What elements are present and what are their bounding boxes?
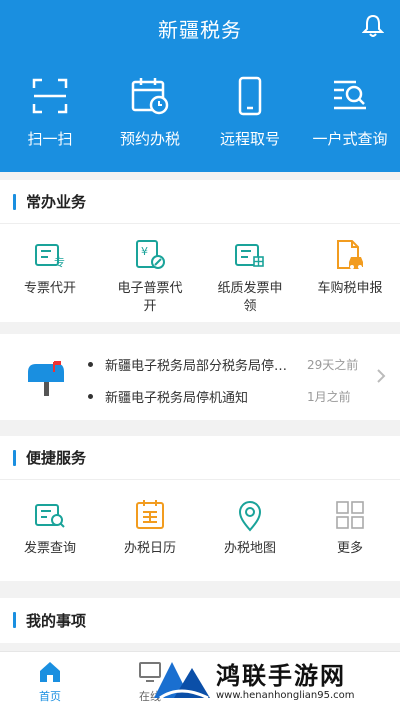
map-pin-icon: [238, 501, 262, 532]
grid-more-icon: [336, 501, 364, 529]
special-invoice-label: 专票代开: [23, 281, 76, 296]
my-items-section: 我的事项: [0, 598, 400, 643]
more-label: 更多: [336, 541, 363, 556]
app-title: 新疆税务: [158, 18, 242, 42]
notice-item[interactable]: 新疆电子税务局停机通知 1月之前: [88, 386, 378, 406]
appointment-button[interactable]: 预约办税: [100, 76, 200, 149]
section-title: 常办业务: [26, 193, 87, 211]
bullet: [88, 361, 93, 367]
quick-services-section: 便捷服务 发票查询 办税日历 办税地图 更多: [0, 436, 400, 581]
remote-number-button[interactable]: 远程取号: [200, 76, 300, 149]
section-title: 我的事项: [26, 611, 87, 630]
invoice-search-button[interactable]: 发票查询: [0, 498, 100, 558]
notice-panel[interactable]: 新疆电子税务局部分税务局停机通知 29天之前 新疆电子税务局停机通知 1月之前: [0, 334, 400, 420]
e-invoice-icon: ¥: [136, 240, 165, 269]
vehicle-tax-icon: [337, 240, 363, 269]
common-business-section: 常办业务 专 专票代开 ¥ 电子普票代开 纸质发票申领 车购税申报: [0, 180, 400, 322]
svg-text:¥: ¥: [141, 245, 148, 258]
bullet: [88, 393, 93, 399]
notice-text: 新疆电子税务局停机通知: [105, 390, 249, 406]
mailbox-icon: [28, 361, 64, 396]
tax-calendar-button[interactable]: 办税日历: [100, 498, 200, 558]
vehicle-tax-label: 车购税申报: [317, 281, 383, 296]
tab-home[interactable]: 首页: [0, 652, 100, 711]
scan-label: 扫一扫: [27, 130, 73, 148]
home-icon: [40, 662, 60, 682]
watermark-url: www.henanhonglian95.com: [216, 690, 355, 701]
scan-icon: [32, 78, 68, 114]
notice-text: 新疆电子税务局部分税务局停机通知: [105, 358, 291, 374]
invoice-search-label: 发票查询: [23, 541, 76, 556]
appointment-label: 预约办税: [119, 130, 180, 148]
calendar-clock-icon: [131, 78, 169, 115]
tax-map-button[interactable]: 办税地图: [200, 498, 300, 558]
invoice-search-icon: [35, 504, 65, 528]
search-list-icon: [334, 80, 366, 110]
watermark: 鸿联手游网 www.henanhonglian95.com: [150, 650, 400, 711]
more-button[interactable]: 更多: [300, 498, 400, 558]
special-invoice-button[interactable]: 专 专票代开: [0, 238, 100, 316]
app-header: 新疆税务 扫一扫 预约办税 远程取号 一户式查询: [0, 0, 400, 172]
tax-calendar-icon: [136, 500, 164, 529]
scan-button[interactable]: 扫一扫: [0, 76, 100, 149]
tax-map-label: 办税地图: [223, 541, 276, 556]
vehicle-tax-button[interactable]: 车购税申报: [300, 238, 400, 316]
section-accent-bar: [13, 612, 16, 628]
remote-number-label: 远程取号: [219, 130, 280, 148]
notice-item[interactable]: 新疆电子税务局部分税务局停机通知 29天之前: [88, 354, 378, 374]
svg-text:专: 专: [54, 255, 65, 269]
paper-invoice-icon: [235, 244, 264, 267]
e-invoice-button[interactable]: ¥ 电子普票代开: [100, 238, 200, 316]
section-header: 常办业务: [0, 180, 400, 224]
special-invoice-icon: 专: [35, 244, 65, 269]
notice-time: 1月之前: [307, 389, 351, 404]
bell-icon[interactable]: [362, 14, 384, 38]
section-accent-bar: [13, 193, 16, 210]
watermark-logo-icon: [154, 662, 210, 700]
notice-time: 29天之前: [307, 357, 359, 372]
tab-label: 首页: [39, 690, 61, 703]
paper-invoice-button[interactable]: 纸质发票申领: [200, 238, 300, 316]
phone-icon: [238, 76, 262, 116]
section-accent-bar: [13, 449, 16, 466]
section-title: 便捷服务: [26, 449, 87, 467]
chevron-right-icon[interactable]: [376, 368, 386, 384]
section-header: 我的事项: [0, 598, 400, 642]
watermark-text: 鸿联手游网: [216, 662, 346, 690]
e-invoice-label: 电子普票代开: [117, 281, 183, 314]
one-stop-query-label: 一户式查询: [312, 130, 388, 148]
section-header: 便捷服务: [0, 436, 400, 480]
one-stop-query-button[interactable]: 一户式查询: [300, 76, 400, 149]
tax-calendar-label: 办税日历: [123, 541, 176, 556]
paper-invoice-label: 纸质发票申领: [217, 281, 283, 314]
